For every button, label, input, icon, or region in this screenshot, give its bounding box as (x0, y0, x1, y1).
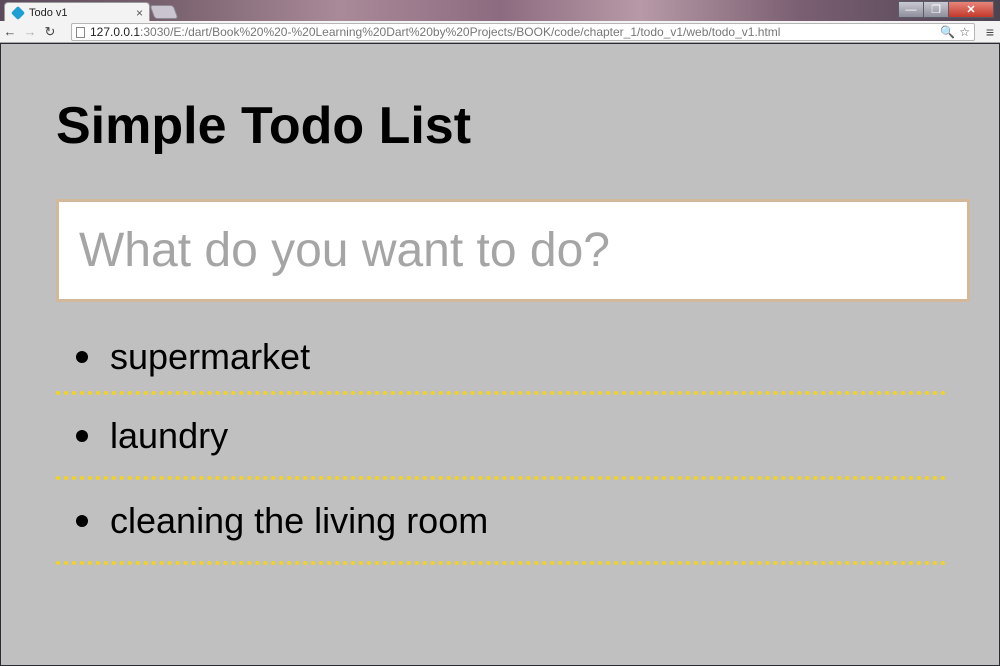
browser-tab[interactable]: Todo v1 × (4, 2, 150, 22)
task-item[interactable]: cleaning the living room (56, 480, 946, 565)
task-input[interactable] (56, 199, 970, 302)
tab-close-icon[interactable]: × (136, 6, 143, 20)
dart-favicon-icon (10, 5, 26, 20)
back-button[interactable]: ← (0, 24, 20, 39)
tab-title: Todo v1 (29, 6, 68, 19)
browser-menu-icon[interactable]: ≡ (986, 24, 994, 40)
browser-toolbar: ← → ↻ 127.0.0.1:3030/E:/dart/Book%20%20-… (0, 21, 1000, 43)
task-item[interactable]: supermarket (56, 322, 946, 395)
task-list: supermarket laundry cleaning the living … (56, 322, 946, 565)
minimize-button[interactable]: — (898, 1, 924, 18)
new-tab-button[interactable] (149, 5, 179, 19)
task-item[interactable]: laundry (56, 395, 946, 480)
bullet-icon (76, 429, 88, 442)
page-title: Simple Todo List (56, 97, 472, 155)
maximize-button[interactable]: ❐ (923, 1, 949, 18)
bullet-icon (76, 514, 88, 527)
url-text[interactable]: 127.0.0.1:3030/E:/dart/Book%20%20-%20Lea… (90, 25, 936, 39)
close-window-button[interactable]: ✕ (948, 1, 994, 18)
forward-button[interactable]: → (20, 24, 40, 39)
bullet-icon (76, 350, 88, 363)
browser-titlebar: Todo v1 × — ❐ ✕ (0, 0, 1000, 22)
task-label: supermarket (110, 335, 311, 377)
url-host: 127.0.0.1 (90, 25, 141, 39)
page-viewport: Simple Todo List supermarket laundry cle… (1, 44, 999, 665)
bookmark-star-icon[interactable]: ☆ (959, 25, 970, 39)
page-icon (76, 26, 85, 38)
url-path: :3030/E:/dart/Book%20%20-%20Learning%20D… (140, 25, 781, 39)
address-bar[interactable]: 127.0.0.1:3030/E:/dart/Book%20%20-%20Lea… (71, 23, 975, 41)
window-controls: — ❐ ✕ (898, 1, 994, 18)
task-label: laundry (110, 414, 229, 456)
task-label: cleaning the living room (110, 499, 489, 541)
reload-button[interactable]: ↻ (40, 24, 60, 40)
zoom-icon[interactable]: 🔍 (940, 25, 955, 39)
